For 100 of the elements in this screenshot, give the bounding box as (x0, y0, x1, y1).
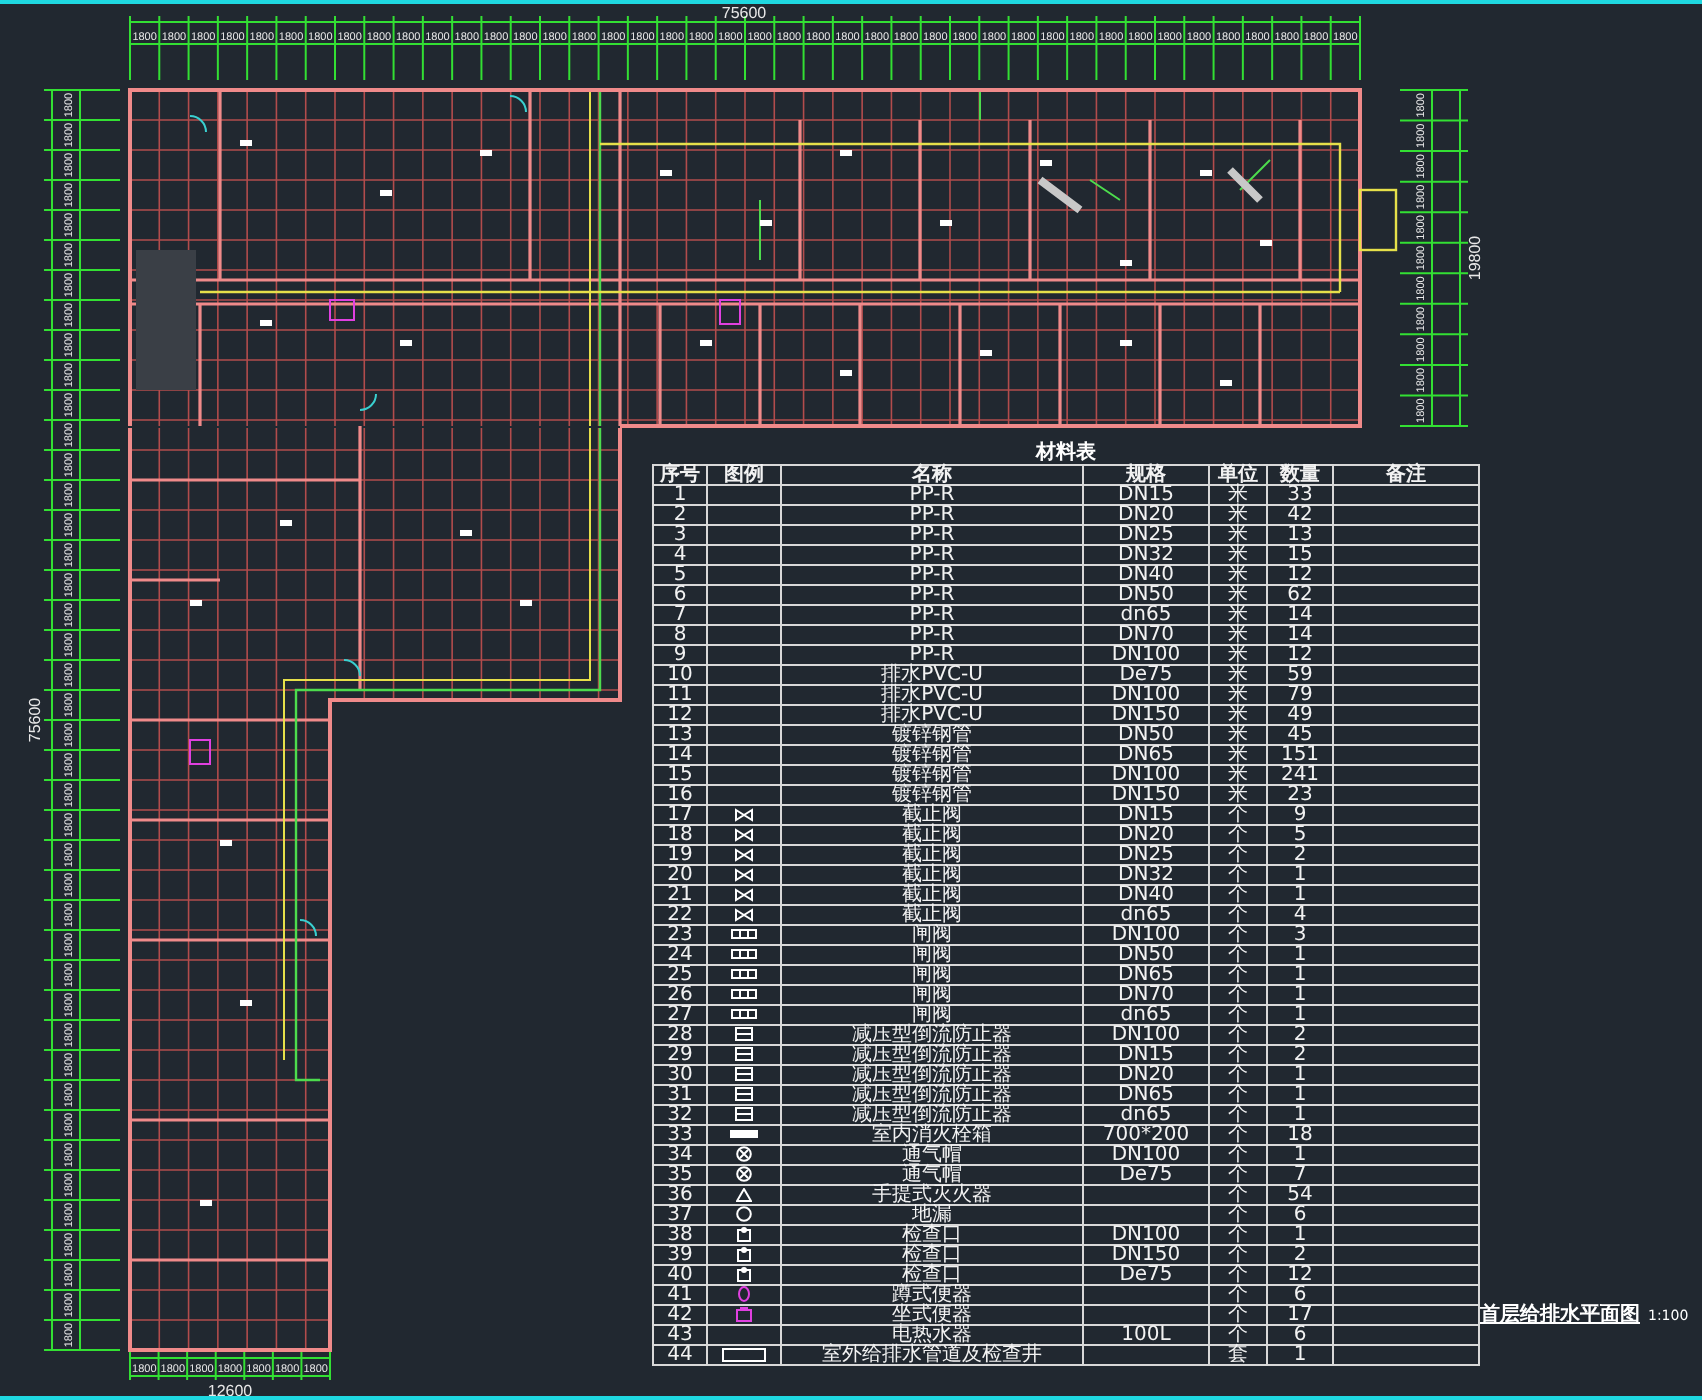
table-cell: DN50 (1118, 944, 1174, 966)
gate-valve-icon (730, 988, 758, 1001)
table-cell: DN65 (1118, 744, 1174, 766)
table-cell: 12 (653, 705, 707, 725)
table-cell: 4 (1267, 905, 1333, 925)
table-cell: 31 (653, 1085, 707, 1105)
table-cell: DN20 (1118, 1064, 1174, 1086)
table-cell: 29 (653, 1045, 707, 1065)
table-cell: DN25 (1118, 844, 1174, 866)
table-cell: 33 (653, 1125, 707, 1145)
table-cell: 13 (653, 725, 707, 745)
table-cell: DN150 (1111, 704, 1181, 726)
table-cell: 13 (1267, 525, 1333, 545)
table-cell: 7 (653, 605, 707, 625)
table-cell: PP-R (781, 545, 1083, 565)
table-cell: 23 (1267, 785, 1333, 805)
table-cell: 米 (1209, 545, 1267, 565)
table-cell: 25 (653, 965, 707, 985)
dimension-total: 75600 (721, 4, 767, 22)
table-cell: 14 (1267, 605, 1333, 625)
table-cell: 闸阀 (781, 925, 1083, 945)
table-cell: 23 (653, 925, 707, 945)
table-cell: 米 (1209, 685, 1267, 705)
table-cell: 米 (1209, 745, 1267, 765)
table-cell: 米 (1209, 645, 1267, 665)
table-cell: 1 (1267, 885, 1333, 905)
table-cell: PP-R (781, 525, 1083, 545)
table-cell: 排水PVC-U (781, 665, 1083, 685)
table-cell: 3 (653, 525, 707, 545)
dimension-total: 12600 (207, 1382, 253, 1400)
table-cell: DN32 (1118, 544, 1174, 566)
table-cell: PP-R (781, 485, 1083, 505)
table-cell: 1 (1267, 985, 1333, 1005)
table-cell: 个 (1209, 1145, 1267, 1165)
table-cell: 38 (653, 1225, 707, 1245)
table-cell: 镀锌钢管 (781, 725, 1083, 745)
table-cell: 地漏 (781, 1205, 1083, 1225)
table-cell: 54 (1267, 1185, 1333, 1205)
table-cell: 19 (653, 845, 707, 865)
table-cell: 62 (1267, 585, 1333, 605)
table-cell: PP-R (781, 505, 1083, 525)
table-cell: 2 (1267, 1025, 1333, 1045)
table-cell: 电热水器 (781, 1325, 1083, 1345)
table-cell: 米 (1209, 505, 1267, 525)
table-cell: 个 (1209, 825, 1267, 845)
table-cell: 41 (653, 1285, 707, 1305)
table-cell: De75 (1119, 1164, 1173, 1186)
table-cell: 18 (653, 825, 707, 845)
backflow-preventer-icon (734, 1086, 754, 1103)
table-cell: 1 (1267, 1065, 1333, 1085)
table-cell: 排水PVC-U (781, 705, 1083, 725)
table-cell: 44 (653, 1345, 707, 1365)
table-cell: 米 (1209, 485, 1267, 505)
table-cell: 米 (1209, 605, 1267, 625)
table-cell: 室外给排水管道及检查井 (781, 1345, 1083, 1365)
table-cell: 1 (1267, 1105, 1333, 1125)
table-cell: 14 (1267, 625, 1333, 645)
table-cell: 17 (653, 805, 707, 825)
table-cell: 1 (1267, 1345, 1333, 1365)
table-cell: 截止阀 (781, 905, 1083, 925)
table-cell: 36 (653, 1185, 707, 1205)
column-header: 规格 (1083, 465, 1209, 485)
table-cell: 6 (1267, 1325, 1333, 1345)
table-cell: 个 (1209, 925, 1267, 945)
table-cell: 1 (1267, 1085, 1333, 1105)
table-cell: DN20 (1118, 504, 1174, 526)
table-cell: 截止阀 (781, 825, 1083, 845)
table-cell: 坐式便器 (781, 1305, 1083, 1325)
table-cell: 排水PVC-U (781, 685, 1083, 705)
table-cell: DN65 (1118, 964, 1174, 986)
table-cell: 26 (653, 985, 707, 1005)
table-cell: 12 (1267, 645, 1333, 665)
table-cell: 通气帽 (781, 1165, 1083, 1185)
cleanout-icon (736, 1266, 752, 1283)
table-cell: 1 (1267, 1005, 1333, 1025)
table-cell: DN15 (1118, 484, 1174, 506)
table-cell: 套 (1209, 1345, 1267, 1365)
table-cell: 个 (1209, 845, 1267, 865)
table-cell: 34 (653, 1145, 707, 1165)
table-cell: DN15 (1118, 1044, 1174, 1066)
table-cell: DN40 (1118, 564, 1174, 586)
table-cell: 24 (653, 945, 707, 965)
table-cell: DN150 (1111, 784, 1181, 806)
table-cell: 42 (653, 1305, 707, 1325)
table-cell: DN100 (1111, 684, 1181, 706)
table-cell: 12 (1267, 1265, 1333, 1285)
table-cell: 20 (653, 865, 707, 885)
table-cell: 43 (653, 1325, 707, 1345)
table-cell: DN32 (1118, 864, 1174, 886)
table-cell: 1 (1267, 1145, 1333, 1165)
table-cell: 1 (1267, 1225, 1333, 1245)
table-cell: 个 (1209, 1045, 1267, 1065)
table-cell: 截止阀 (781, 865, 1083, 885)
table-cell: 14 (653, 745, 707, 765)
table-cell: DN70 (1118, 624, 1174, 646)
column-header: 单位 (1209, 465, 1267, 485)
table-cell: 37 (653, 1205, 707, 1225)
table-cell: 闸阀 (781, 945, 1083, 965)
table-cell: 截止阀 (781, 885, 1083, 905)
table-cell: 镀锌钢管 (781, 765, 1083, 785)
